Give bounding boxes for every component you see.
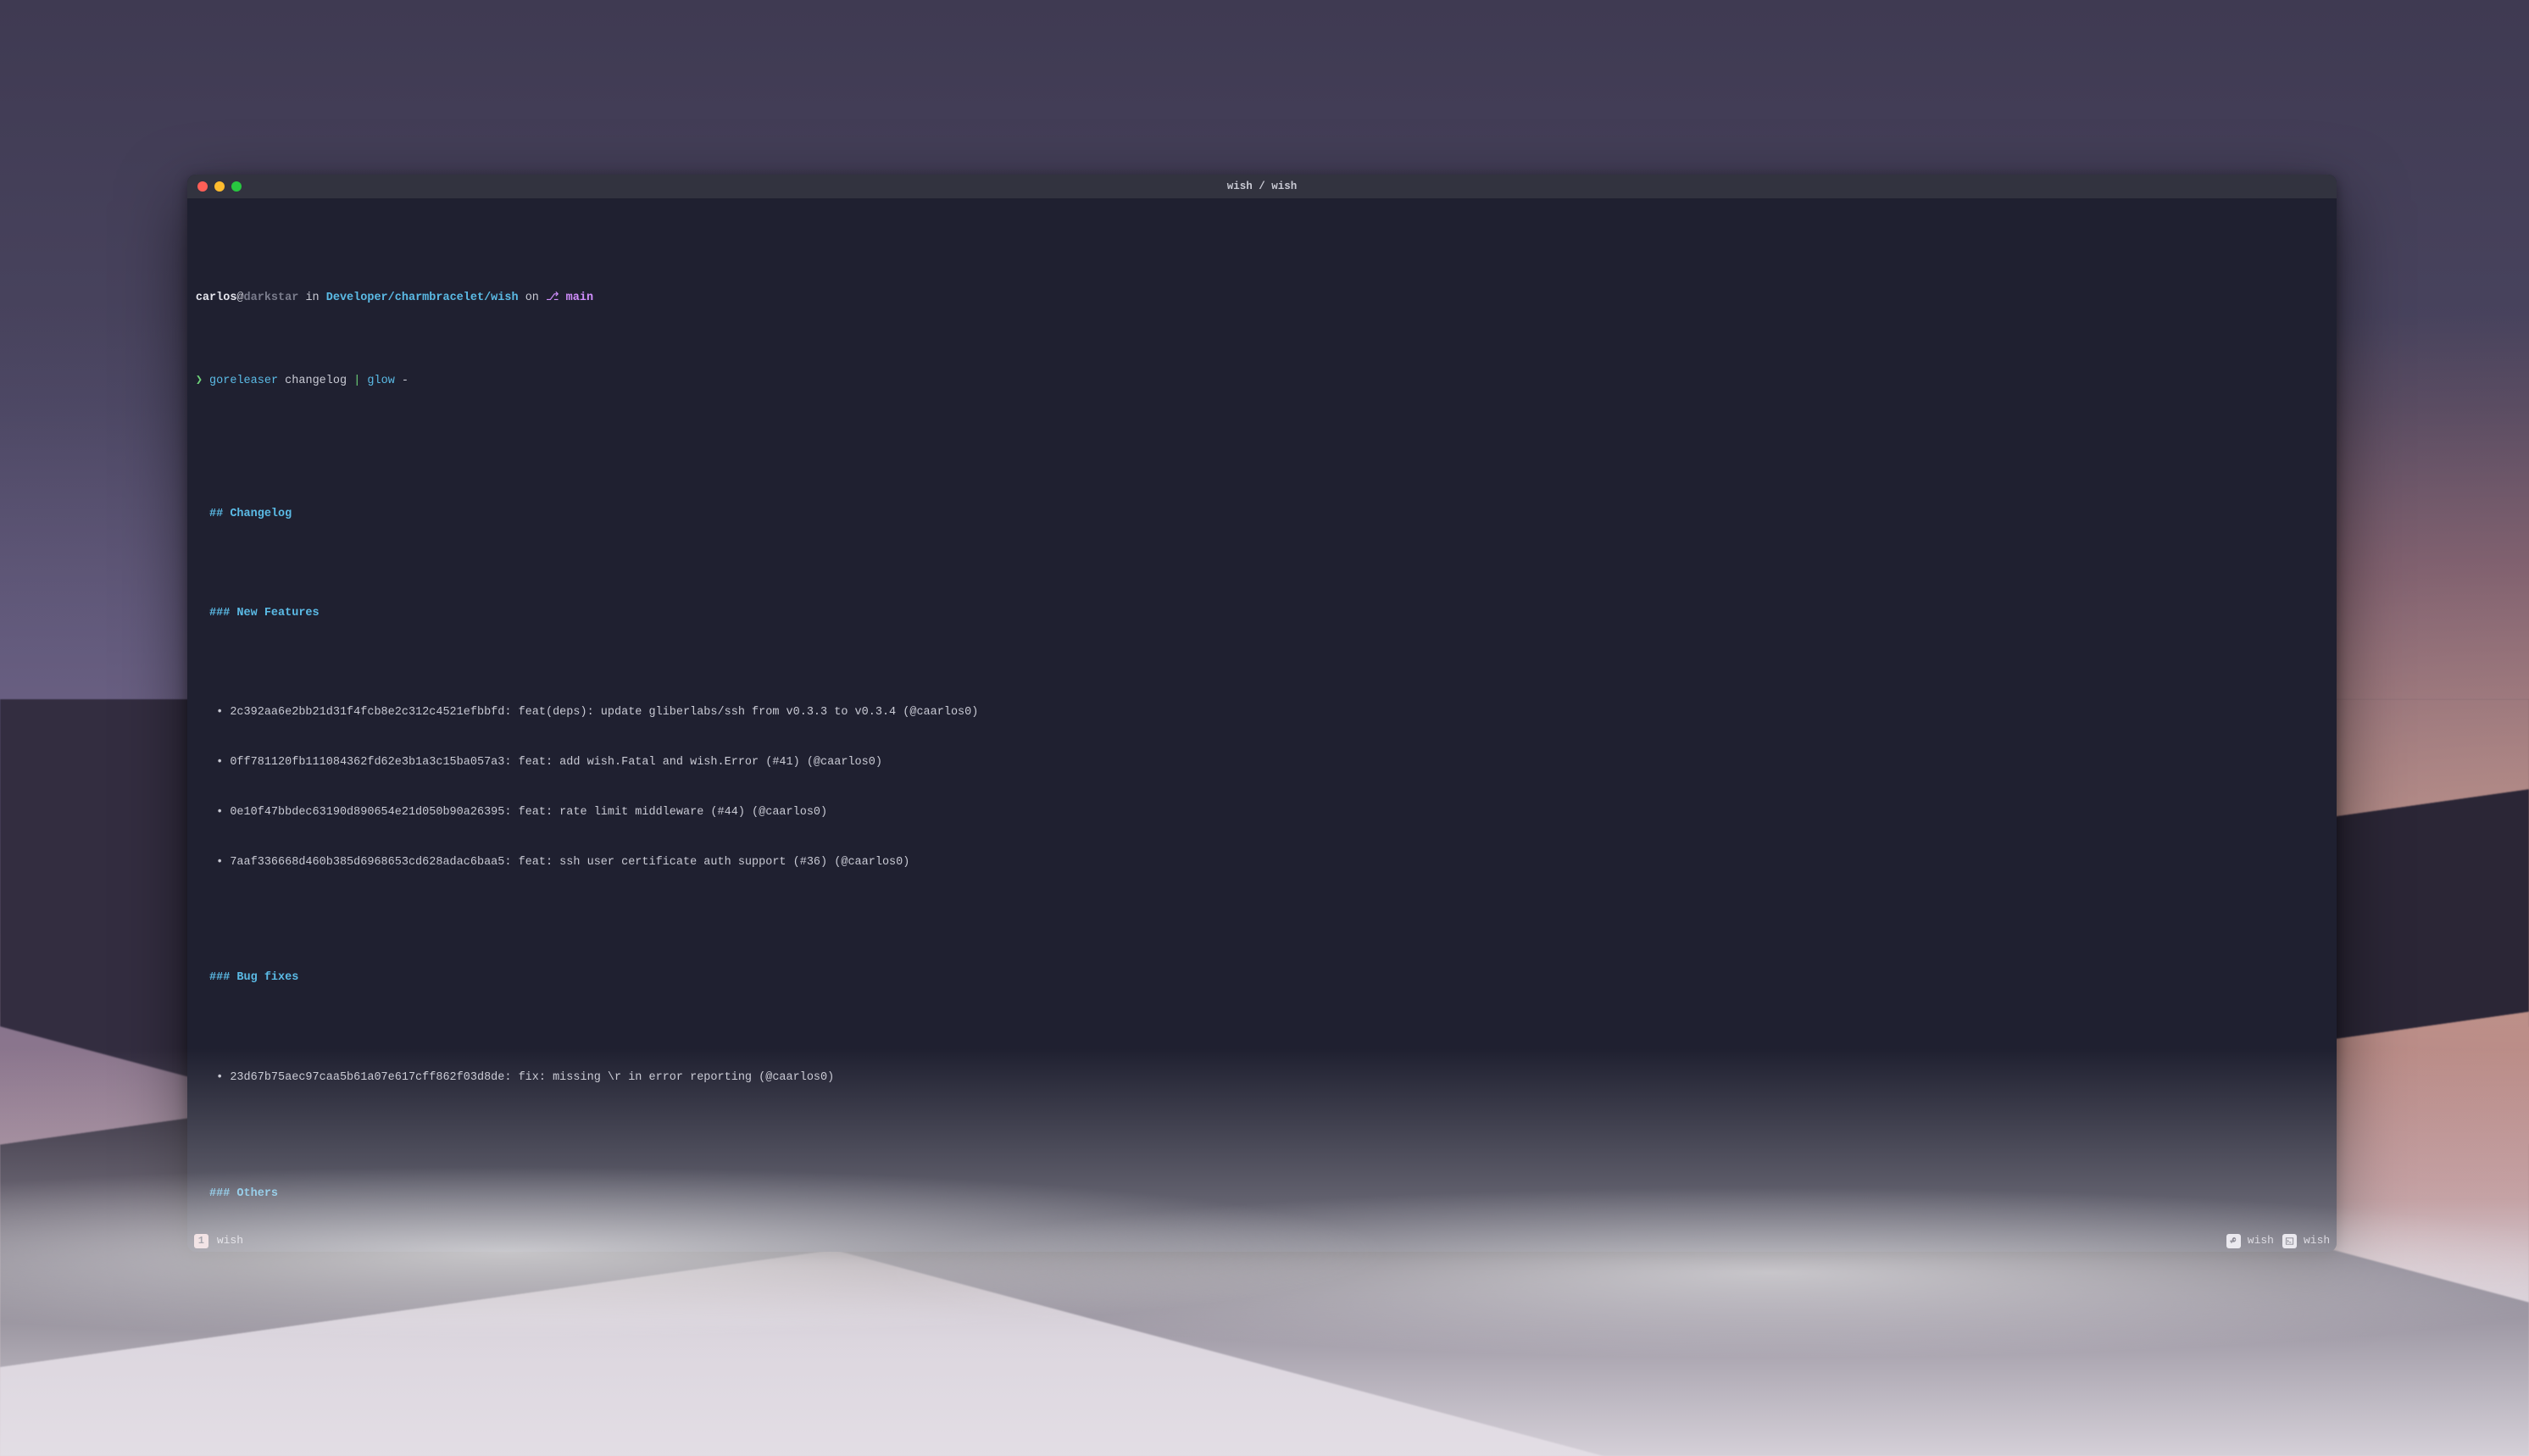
- prompt-symbol: ❯: [196, 375, 209, 387]
- statusbar-window-name[interactable]: wish: [217, 1233, 243, 1249]
- zoom-button[interactable]: [231, 181, 242, 192]
- list-item: • 23d67b75aec97caa5b61a07e617cff862f03d8…: [191, 1070, 2333, 1086]
- heading-new-features: ### New Features: [191, 605, 2333, 622]
- heading-others: ### Others: [191, 1186, 2333, 1203]
- list-item: • 0e10f47bbdec63190d890654e21d050b90a263…: [191, 804, 2333, 821]
- blank-line: [191, 1120, 2333, 1136]
- list-item: • 0ff781120fb111084362fd62e3b1a3c15ba057…: [191, 754, 2333, 771]
- blank-line: [191, 555, 2333, 572]
- terminal-viewport[interactable]: carlos@darkstar in Developer/charmbracel…: [187, 198, 2337, 1252]
- statusbar-right: wish wish: [2226, 1233, 2330, 1249]
- heading-changelog: ## Changelog: [191, 506, 2333, 523]
- statusbar-left: 1 wish: [194, 1233, 243, 1249]
- window-title: wish / wish: [187, 181, 2337, 192]
- prompt-user: carlos: [196, 292, 237, 304]
- list-item: • 2c392aa6e2bb21d31f4fcb8e2c312c4521efbb…: [191, 704, 2333, 721]
- prompt-host: darkstar: [244, 292, 299, 304]
- tmux-statusbar: 1 wish wish wish: [187, 1230, 2337, 1252]
- statusbar-session-name: wish: [2248, 1233, 2274, 1249]
- statusbar-window-index[interactable]: 1: [194, 1234, 208, 1248]
- blank-line: [191, 439, 2333, 456]
- cmd-dash: -: [402, 375, 409, 387]
- desktop-wallpaper: wish / wish carlos@darkstar in Developer…: [0, 0, 2529, 1456]
- key-icon: [2226, 1234, 2241, 1248]
- prompt-context: carlos@darkstar in Developer/charmbracel…: [191, 290, 2333, 307]
- traffic-lights: [187, 181, 242, 192]
- statusbar-host-name: wish: [2304, 1233, 2330, 1249]
- blank-line: [191, 1020, 2333, 1036]
- blank-line: [191, 903, 2333, 920]
- cmd-goreleaser: goreleaser: [209, 375, 278, 387]
- prompt-at: @: [236, 292, 243, 304]
- statusbar-session[interactable]: wish: [2226, 1233, 2274, 1249]
- heading-bug-fixes: ### Bug fixes: [191, 970, 2333, 986]
- command-line: ❯ goreleaser changelog | glow -: [191, 373, 2333, 390]
- prompt-on: on: [519, 292, 546, 304]
- window-titlebar[interactable]: wish / wish: [187, 175, 2337, 198]
- cmd-arg: changelog: [278, 375, 353, 387]
- statusbar-host[interactable]: wish: [2282, 1233, 2330, 1249]
- prompt-in: in: [298, 292, 325, 304]
- terminal-icon: [2282, 1234, 2297, 1248]
- prompt-branch: main: [559, 292, 594, 304]
- cmd-glow: glow: [360, 375, 402, 387]
- minimize-button[interactable]: [214, 181, 225, 192]
- close-button[interactable]: [197, 181, 208, 192]
- git-branch-icon: ⎇: [546, 292, 559, 304]
- terminal-window: wish / wish carlos@darkstar in Developer…: [187, 175, 2337, 1252]
- list-item: • 7aaf336668d460b385d6968653cd628adac6ba…: [191, 854, 2333, 871]
- blank-line: [191, 655, 2333, 672]
- prompt-path: Developer/charmbracelet/wish: [326, 292, 519, 304]
